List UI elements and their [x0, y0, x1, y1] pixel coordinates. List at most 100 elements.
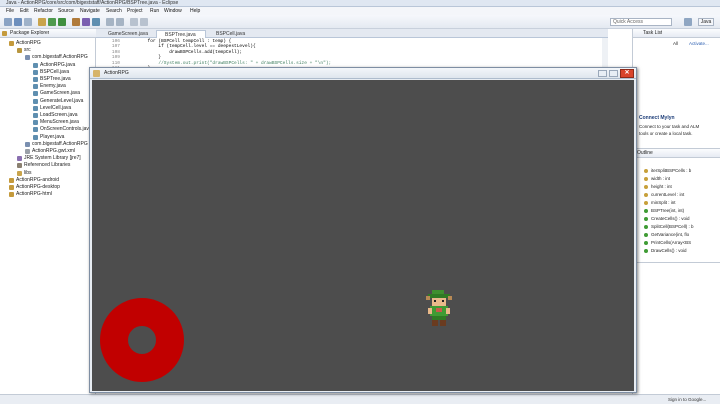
menu-file[interactable]: File: [6, 7, 14, 15]
build-icon[interactable]: [38, 18, 46, 26]
mylyn-line-2[interactable]: tools or create a local task.: [639, 131, 693, 136]
new-class-icon[interactable]: [92, 18, 100, 26]
menu-edit[interactable]: Edit: [20, 7, 29, 15]
package-tree-item[interactable]: MenuScreen.java: [0, 119, 96, 126]
new-icon[interactable]: [4, 18, 12, 26]
save-icon[interactable]: [14, 18, 22, 26]
outline-item[interactable]: DrawCells() : void: [644, 247, 687, 254]
open-perspective-icon[interactable]: [684, 18, 692, 26]
package-tree-item[interactable]: Enemy.java: [0, 83, 96, 90]
debug-icon[interactable]: [48, 18, 56, 26]
search-icon[interactable]: [116, 18, 124, 26]
package-tree-item[interactable]: ActionRPG-android: [0, 177, 96, 184]
package-tree-item[interactable]: ActionRPG.gwt.xml: [0, 148, 96, 155]
outline-item[interactable]: height : int: [644, 183, 672, 190]
outline-item[interactable]: CreateCells() : void: [644, 215, 690, 222]
file-icon: [33, 69, 38, 75]
outline-item[interactable]: width : int: [644, 175, 670, 182]
package-tree-item[interactable]: ActionRPG: [0, 40, 96, 47]
package-tree-item[interactable]: BSPTree.java: [0, 76, 96, 83]
tab-bspcell[interactable]: BSPCell.java: [208, 30, 256, 38]
package-tree-item[interactable]: BSPCell.java: [0, 69, 96, 76]
tab-label: GameScreen.java: [108, 31, 149, 37]
tab-bsptree[interactable]: BSPTree.java: [156, 30, 206, 38]
tab-label: BSPTree.java: [165, 32, 196, 38]
outline-item[interactable]: minSplit : int: [644, 199, 676, 206]
file-icon: [9, 177, 14, 183]
tab-gamescreen[interactable]: GameScreen.java: [100, 30, 154, 38]
package-tree-item[interactable]: Referenced Libraries: [0, 162, 96, 169]
package-tree-item[interactable]: ActionRPG-desktop: [0, 184, 96, 191]
outline-title[interactable]: Outline: [637, 149, 653, 158]
minimize-button[interactable]: [598, 70, 607, 77]
code-editor[interactable]: GameScreen.java BSPTree.java BSPCell.jav…: [96, 29, 608, 71]
back-icon[interactable]: [130, 18, 138, 26]
package-tree-item[interactable]: libs: [0, 170, 96, 177]
task-filter-all[interactable]: All: [673, 41, 678, 46]
outline-panel: Outline iterSplitBSPCells : b width : int…: [632, 148, 720, 262]
package-tree-item[interactable]: OnScreenControls.java: [0, 126, 96, 133]
outline-item[interactable]: iterSplitBSPCells : b: [644, 167, 691, 174]
package-tree-label: com.bigestaff.ActionRPG: [32, 54, 88, 61]
outline-item[interactable]: currentLevel : int: [644, 191, 684, 198]
package-tree-item[interactable]: LevelCell.java: [0, 105, 96, 112]
member-icon: [644, 201, 648, 205]
package-tree-label: ActionRPG.gwt.xml: [32, 148, 76, 154]
file-icon: [33, 91, 38, 97]
forward-icon[interactable]: [140, 18, 148, 26]
package-tree-item[interactable]: LoadScreen.java: [0, 112, 96, 119]
package-explorer-title[interactable]: Package Explorer: [10, 29, 49, 38]
package-tree-item[interactable]: JRE System Library [jre7]: [0, 155, 96, 162]
open-type-icon[interactable]: [106, 18, 114, 26]
game-canvas[interactable]: [92, 80, 634, 391]
outline-item-label: BSPTree(int, int): [651, 208, 685, 213]
status-bar: Sign in to Google...: [0, 394, 720, 404]
outline-item[interactable]: PrintCells(Array<BS: [644, 239, 691, 246]
package-tree-label: LevelCell.java: [40, 104, 72, 111]
menu-window[interactable]: Window: [164, 7, 182, 15]
menu-refactor[interactable]: Refactor: [34, 7, 53, 15]
java-perspective-button[interactable]: Java: [698, 18, 714, 26]
package-tree-item[interactable]: Player.java: [0, 134, 96, 141]
close-button[interactable]: ✕: [620, 69, 634, 78]
code-line[interactable]: //System.out.print("drawBSPCells: " + dr…: [126, 61, 331, 66]
package-tree-item[interactable]: GameScreen.java: [0, 90, 96, 97]
menu-run[interactable]: Run: [150, 7, 159, 15]
package-tree-item[interactable]: com.bigestaff.ActionRPG: [0, 141, 96, 148]
package-tree-item[interactable]: GenerateLevel.java: [0, 98, 96, 105]
game-window[interactable]: ActionRPG ✕: [89, 67, 637, 393]
run-icon[interactable]: [58, 18, 66, 26]
task-activate-link[interactable]: Activate...: [689, 41, 709, 46]
menu-help[interactable]: Help: [190, 7, 200, 15]
mylyn-line-1[interactable]: Connect to your task and ALM: [639, 124, 699, 129]
outline-item[interactable]: BSPTree(int, int): [644, 207, 685, 214]
package-tree-item[interactable]: com.bigestaff.ActionRPG: [0, 54, 96, 61]
menu-project[interactable]: Project: [127, 7, 143, 15]
file-icon: [33, 105, 38, 111]
package-tree-item[interactable]: src: [0, 47, 96, 54]
menu-source[interactable]: Source: [58, 7, 74, 15]
task-list-title[interactable]: Task List: [643, 29, 662, 38]
outline-item[interactable]: SplitCell(BSPCell) : b: [644, 223, 694, 230]
outline-item-label: height : int: [651, 184, 672, 189]
editor-scrollbar[interactable]: [602, 38, 608, 69]
file-icon: [25, 141, 30, 147]
file-icon: [9, 41, 14, 46]
print-icon[interactable]: [24, 18, 32, 26]
outline-header: Outline: [633, 149, 720, 158]
outline-item[interactable]: GetVariance(int, flo: [644, 231, 689, 238]
member-icon: [644, 241, 648, 245]
quick-access-input[interactable]: Quick Access: [610, 18, 672, 26]
package-tree-item[interactable]: ActionRPG.java: [0, 62, 96, 69]
game-window-title-bar[interactable]: ActionRPG ✕: [90, 68, 636, 79]
package-tree-item[interactable]: ActionRPG-html: [0, 191, 96, 198]
code-line[interactable]: }: [126, 55, 161, 60]
menu-search[interactable]: Search: [106, 7, 122, 15]
menu-navigate[interactable]: Navigate: [80, 7, 100, 15]
virtual-joystick-icon[interactable]: [100, 298, 184, 382]
code-line[interactable]: if (tempCell.level == deepestLevel){: [126, 44, 255, 49]
new-java-project-icon[interactable]: [72, 18, 80, 26]
new-package-icon[interactable]: [82, 18, 90, 26]
maximize-button[interactable]: [609, 70, 618, 77]
file-icon: [17, 170, 22, 176]
